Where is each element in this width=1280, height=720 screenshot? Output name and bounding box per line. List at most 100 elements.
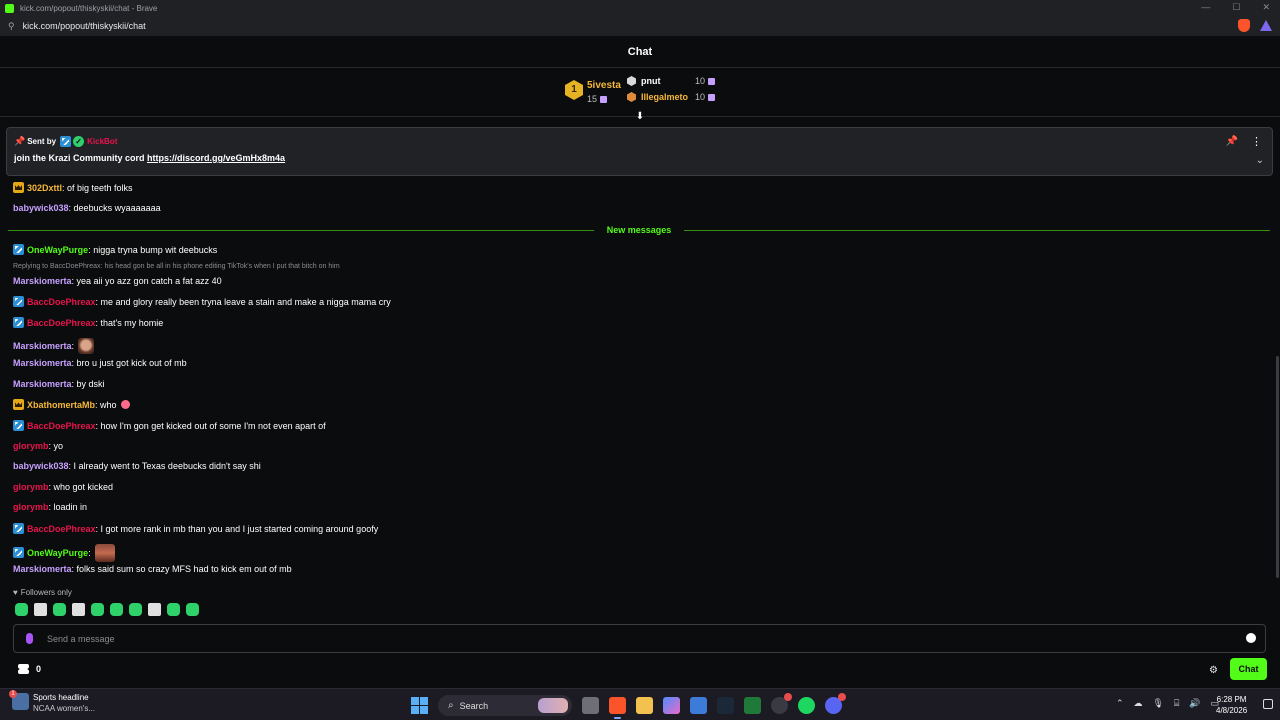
emote-icon[interactable] [186, 603, 199, 616]
emote-icon[interactable] [120, 400, 130, 410]
emote-icon[interactable] [91, 603, 104, 616]
network-icon[interactable]: ⌸ [1174, 698, 1179, 709]
emote-icon[interactable] [94, 543, 115, 562]
vip-badge-icon [13, 244, 24, 256]
emote-icon[interactable] [53, 603, 66, 616]
chat-username[interactable]: glorymb [13, 502, 49, 512]
pinned-sender[interactable]: KickBot [87, 137, 117, 146]
chat-username[interactable]: BaccDoePhreax [27, 524, 96, 534]
brave-rewards-icon[interactable] [1260, 20, 1272, 31]
chat-title: Chat [627, 45, 653, 58]
leaderboard-entry[interactable]: Illegalmeto 10 [627, 90, 719, 104]
obs-icon[interactable] [771, 693, 792, 714]
volume-icon[interactable]: 🔊 [1189, 698, 1200, 709]
chat-message-text: : [71, 340, 75, 351]
emote-icon[interactable] [78, 337, 95, 354]
url-field[interactable]: kick.com/popout/thiskyskii/chat [23, 21, 146, 31]
chat-username[interactable]: 302Dxttl [27, 183, 62, 193]
chat-username[interactable]: XbathomertaMb [27, 400, 95, 410]
send-chat-button[interactable]: Chat [1230, 658, 1267, 680]
chat-footer: 0 ⚙ Chat [0, 656, 1280, 686]
discord-icon[interactable] [825, 693, 846, 714]
chat-username[interactable]: babywick038 [13, 461, 69, 471]
leaderboard-entry[interactable]: pnut 10 [627, 74, 719, 88]
minimize-icon[interactable]: — [1201, 2, 1210, 13]
chat-message: OneWayPurge: nigga tryna bump wit deebuc… [13, 244, 217, 256]
leaderboard-entry-name: pnut [641, 76, 661, 86]
chat-username[interactable]: Marskiomerta [13, 341, 72, 351]
emote-icon[interactable] [34, 603, 47, 616]
chat-message-text: : me and glory really been tryna leave a… [95, 296, 391, 307]
clock-date: 4/8/2026 [1216, 706, 1248, 715]
maximize-icon[interactable]: ☐ [1232, 2, 1240, 13]
store-icon[interactable] [690, 697, 707, 714]
leaderboard-entry-count: 10 [695, 76, 716, 86]
leaderboard-entry-name: Illegalmeto [641, 92, 689, 102]
microphone-tray-icon[interactable]: 🎙 [1153, 698, 1164, 709]
reply-context[interactable]: Replying to BaccDoePhreax: his head gon … [13, 263, 340, 270]
pinned-link[interactable]: https://discord.gg/veGmHx8m4a [147, 153, 285, 163]
taskbar-search[interactable]: ⌕ Search [438, 695, 572, 716]
chat-username[interactable]: OneWayPurge [27, 548, 88, 558]
more-options-icon[interactable]: ⋮ [1251, 135, 1262, 148]
taskbar-clock[interactable]: 6:28 PM 4/8/2026 [1216, 694, 1247, 716]
chat-username[interactable]: glorymb [13, 441, 49, 451]
chevron-down-icon[interactable]: ⌄ [1256, 155, 1264, 166]
steam-icon[interactable] [717, 697, 734, 714]
emote-icon[interactable] [15, 603, 28, 616]
chat-username[interactable]: Marskiomerta [13, 564, 72, 574]
emoji-picker-icon[interactable] [1246, 633, 1256, 643]
chat-username[interactable]: BaccDoePhreax [27, 421, 96, 431]
brave-browser-icon[interactable] [609, 697, 626, 719]
unpin-icon[interactable]: 📌 [1226, 136, 1238, 147]
chevron-up-icon[interactable]: ⌃ [1116, 698, 1124, 709]
rank-hex-icon [627, 92, 636, 102]
chat-username[interactable]: BaccDoePhreax [27, 297, 96, 307]
emote-icon[interactable] [167, 603, 180, 616]
chat-username[interactable]: babywick038 [13, 203, 69, 213]
heart-icon: ♥ [13, 588, 18, 597]
chat-messages: 302Dxttl: of big teeth folks babywick038:… [0, 176, 1279, 586]
rank-hex-icon [627, 76, 636, 86]
excel-icon[interactable] [744, 697, 761, 714]
news-widget[interactable]: 1 Sports headline NCAA women's... [9, 690, 95, 713]
task-view-icon[interactable] [582, 697, 599, 714]
gear-icon[interactable]: ⚙ [1209, 665, 1218, 676]
notification-badge [784, 693, 792, 701]
chat-message-text: : [88, 547, 91, 558]
chat-username[interactable]: Marskiomerta [13, 358, 72, 368]
message-input[interactable] [47, 631, 1227, 647]
chat-scrollbar[interactable] [1276, 356, 1279, 578]
emote-icon[interactable] [110, 603, 123, 616]
quick-emote-bar [15, 603, 199, 616]
chat-username[interactable]: glorymb [13, 482, 49, 492]
chat-username[interactable]: OneWayPurge [27, 245, 88, 255]
chat-message: 302Dxttl: of big teeth folks [13, 182, 133, 193]
emote-icon[interactable] [148, 603, 161, 616]
file-explorer-icon[interactable] [636, 697, 653, 714]
site-info-icon[interactable]: ⚲ [8, 21, 15, 32]
chat-message: BaccDoePhreax: how I'm gon get kicked ou… [13, 420, 326, 431]
cloud-icon[interactable]: ☁ [1134, 698, 1143, 709]
spotify-icon[interactable] [798, 697, 815, 714]
chat-message-text: : of big teeth folks [62, 182, 133, 193]
pinned-prefix: Sent by [27, 137, 57, 146]
chat-username[interactable]: Marskiomerta [13, 276, 72, 286]
windows-start-icon[interactable] [411, 697, 428, 714]
close-icon[interactable]: ✕ [1262, 2, 1270, 13]
leaderboard-first[interactable]: 1 5ivesta 15 [565, 79, 625, 109]
chat-message: glorymb: loadin in [13, 502, 87, 512]
brave-shields-icon[interactable] [1238, 19, 1250, 32]
channel-points[interactable]: 0 [18, 664, 41, 674]
chat-username[interactable]: Marskiomerta [13, 379, 72, 389]
collapse-leaderboard-icon[interactable]: ⬇ [634, 112, 646, 122]
emote-icon[interactable] [129, 603, 142, 616]
message-input-box [13, 624, 1266, 653]
points-icon [18, 664, 29, 674]
chat-message-text: : I already went to Texas deebucks didn'… [68, 461, 261, 472]
microphone-icon[interactable] [26, 633, 33, 644]
copilot-icon[interactable] [663, 697, 680, 714]
chat-username[interactable]: BaccDoePhreax [27, 318, 96, 328]
notification-center-icon[interactable] [1263, 699, 1273, 709]
emote-icon[interactable] [72, 603, 85, 616]
